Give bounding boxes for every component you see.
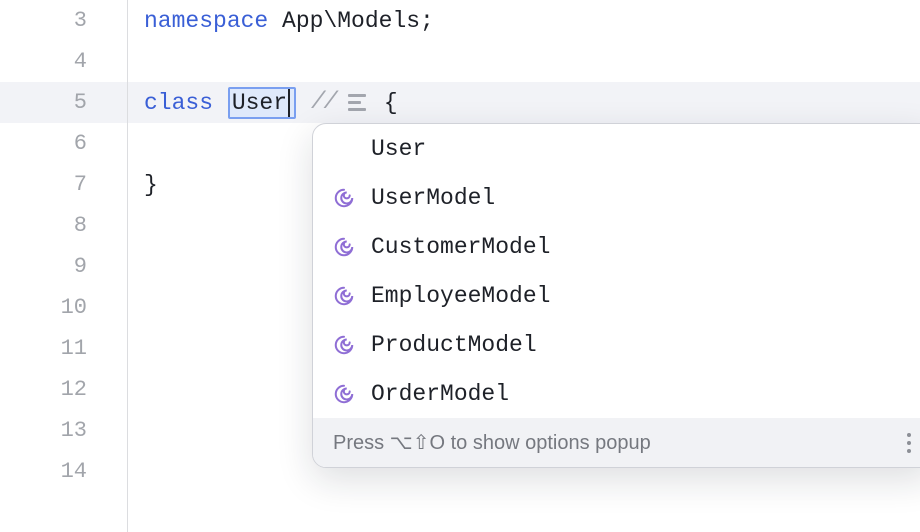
line-number[interactable]: 12 — [0, 369, 127, 410]
keyword-class: class — [144, 90, 213, 116]
suggestion-label: UserModel — [371, 185, 495, 211]
line-number[interactable]: 5 — [0, 82, 127, 123]
suggestion-item[interactable]: UserModel — [313, 173, 920, 222]
suggestion-item[interactable]: ProductModel — [313, 320, 920, 369]
code-line-3[interactable]: namespace App\Models; — [128, 0, 920, 41]
suggestion-label: ProductModel — [371, 332, 537, 358]
text-caret — [288, 89, 290, 117]
line-number[interactable]: 10 — [0, 287, 127, 328]
line-number[interactable]: 9 — [0, 246, 127, 287]
comment-icon[interactable]: // — [311, 89, 336, 116]
suggestion-label: OrderModel — [371, 381, 509, 407]
swirl-icon — [333, 334, 371, 356]
line-number[interactable]: 4 — [0, 41, 127, 82]
swirl-icon — [333, 383, 371, 405]
suggestion-label: User — [371, 136, 426, 162]
code-editor: 34567891011121314 namespace App\Models; … — [0, 0, 920, 532]
suggestion-label: CustomerModel — [371, 234, 550, 260]
swirl-icon — [333, 187, 371, 209]
line-number[interactable]: 11 — [0, 328, 127, 369]
line-number[interactable]: 13 — [0, 410, 127, 451]
line-number[interactable]: 7 — [0, 164, 127, 205]
inline-gutter-icons: // — [311, 89, 366, 116]
suggestion-item[interactable]: CustomerModel — [313, 222, 920, 271]
swirl-icon — [333, 285, 371, 307]
swirl-icon — [333, 236, 371, 258]
line-number[interactable]: 14 — [0, 451, 127, 492]
suggestion-item[interactable]: OrderModel — [313, 369, 920, 418]
justify-icon[interactable] — [348, 94, 366, 111]
line-gutter: 34567891011121314 — [0, 0, 128, 532]
kebab-menu-icon[interactable] — [907, 433, 911, 453]
namespace-value: App\Models; — [268, 8, 434, 34]
class-name: User — [232, 90, 287, 116]
suggestion-label: EmployeeModel — [371, 283, 550, 309]
keyword-namespace: namespace — [144, 8, 268, 34]
selection-box[interactable]: User — [228, 87, 296, 119]
code-line-4[interactable] — [128, 41, 920, 82]
line-number[interactable]: 6 — [0, 123, 127, 164]
popup-hint: Press ⌥⇧O to show options popup — [333, 430, 651, 455]
line-number[interactable]: 8 — [0, 205, 127, 246]
code-area[interactable]: namespace App\Models; class User // { } Us… — [128, 0, 920, 532]
code-line-5[interactable]: class User // { — [128, 82, 920, 123]
popup-footer: Press ⌥⇧O to show options popup — [313, 418, 920, 467]
suggestion-item[interactable]: EmployeeModel — [313, 271, 920, 320]
line-number[interactable]: 3 — [0, 0, 127, 41]
open-brace: { — [384, 90, 398, 116]
suggestion-popup[interactable]: User UserModel CustomerModel EmployeeModel P… — [312, 123, 920, 468]
suggestion-item[interactable]: User — [313, 124, 920, 173]
close-brace: } — [144, 172, 158, 198]
